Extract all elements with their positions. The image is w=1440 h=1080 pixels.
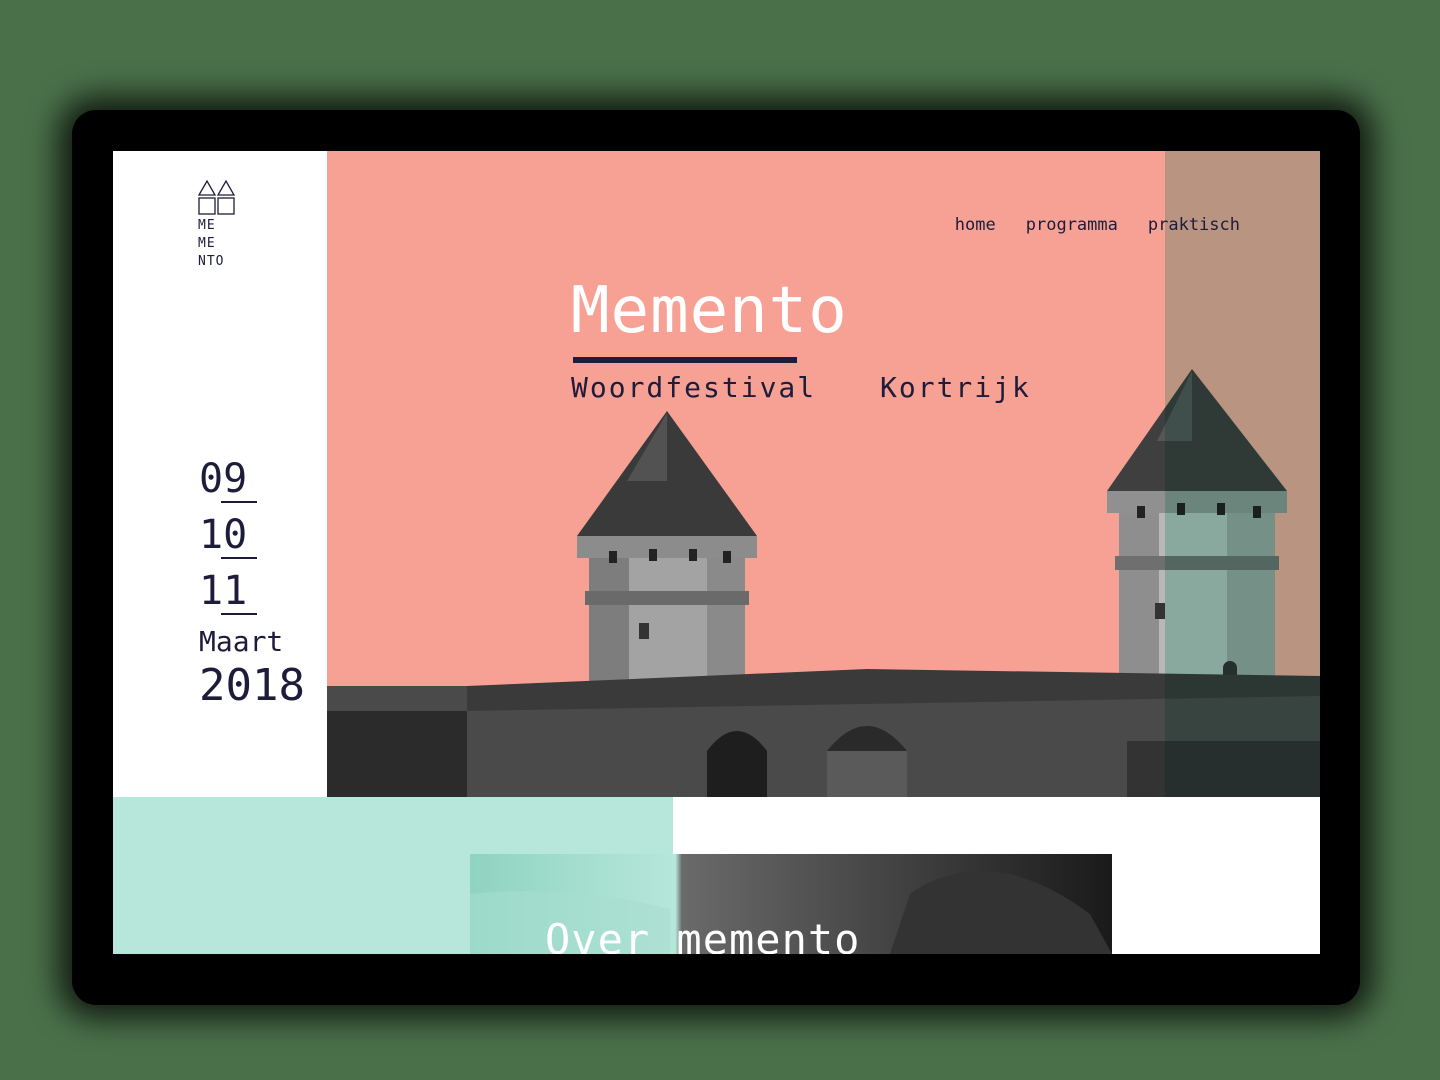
tower-bridge-photo (327, 369, 1320, 797)
logo-text: ME ME NTO (198, 218, 225, 269)
date-month: Maart (199, 625, 284, 658)
festival-dates: 09 10 11 Maart 2018 (199, 451, 305, 711)
title-underline (573, 357, 797, 363)
hero-banner (327, 151, 1320, 797)
nav-home[interactable]: home (946, 215, 998, 240)
website-viewport: ME ME NTO home programma praktisch Memen… (113, 151, 1320, 954)
date-day: 11 (199, 563, 258, 619)
date-year: 2018 (199, 660, 305, 711)
hero-city: Kortrijk (880, 371, 1031, 404)
main-nav: home programma praktisch (946, 215, 1240, 240)
date-day: 10 (199, 507, 258, 563)
hero-title: Memento (571, 274, 848, 348)
date-day: 09 (199, 451, 258, 507)
logo-icon (198, 179, 236, 215)
hero-subtitle: Woordfestival (571, 371, 817, 404)
logo[interactable]: ME ME NTO (198, 179, 236, 271)
nav-programma[interactable]: programma (1026, 215, 1118, 235)
section-title: Over memento (545, 915, 861, 954)
nav-praktisch[interactable]: praktisch (1148, 215, 1240, 235)
